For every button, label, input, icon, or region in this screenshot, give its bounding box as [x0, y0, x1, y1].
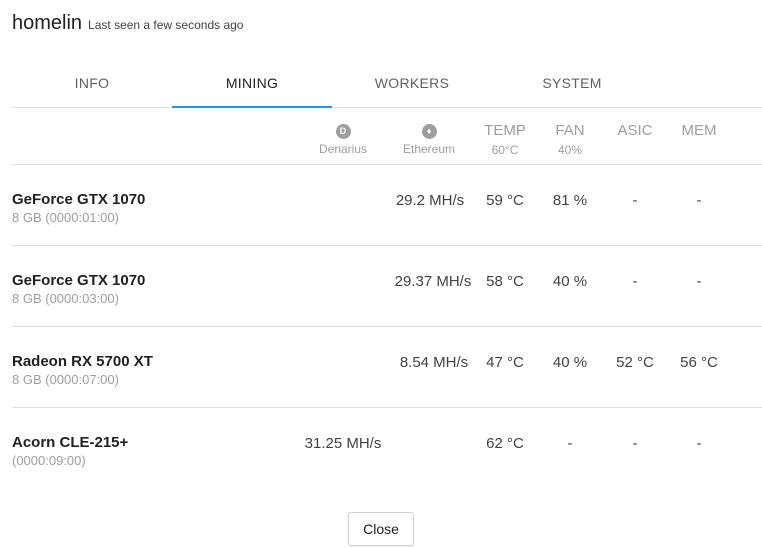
- tab-bar: INFO MINING WORKERS SYSTEM: [12, 60, 762, 108]
- ethereum-column-header: ♦ Ethereum: [396, 123, 462, 156]
- tab-workers[interactable]: WORKERS: [332, 60, 492, 107]
- asic-column-header: ASIC: [610, 122, 660, 139]
- dialog-header: homelin Last seen a few seconds ago: [12, 12, 243, 35]
- ethereum-hashrate: 8.54 MH/s: [399, 354, 469, 371]
- denarius-hashrate: 31.25 MH/s: [304, 435, 382, 452]
- fan-column-label: FAN: [555, 122, 585, 139]
- device-temp: 62 °C: [486, 435, 524, 452]
- device-mem-temp: -: [696, 435, 702, 452]
- device-fan: 81 %: [552, 192, 588, 209]
- mem-column-header: MEM: [674, 122, 724, 139]
- table-row: GeForce GTX 1070 8 GB (0000:03:00) 29.37…: [12, 246, 762, 327]
- table-row: Acorn CLE-215+ (0000:09:00) 31.25 MH/s 6…: [12, 408, 762, 488]
- device-details: 8 GB (0000:03:00): [12, 291, 119, 306]
- device-name: Radeon RX 5700 XT: [12, 353, 153, 370]
- dialog-footer: Close: [0, 512, 762, 546]
- table-row: GeForce GTX 1070 8 GB (0000:01:00) 29.2 …: [12, 165, 762, 246]
- device-mem-temp: -: [696, 192, 702, 209]
- table-header-row: D Denarius ♦ Ethereum TEMP 60°C FAN 40% …: [12, 108, 762, 165]
- device-mem-temp: -: [696, 273, 702, 290]
- asic-column-label: ASIC: [617, 122, 653, 139]
- table-row: Radeon RX 5700 XT 8 GB (0000:07:00) 8.54…: [12, 327, 762, 408]
- device-asic-temp: 52 °C: [616, 354, 654, 371]
- last-seen-status: Last seen a few seconds ago: [88, 18, 244, 32]
- device-asic-temp: -: [632, 435, 638, 452]
- device-details: (0000:09:00): [12, 453, 86, 468]
- close-button[interactable]: Close: [348, 512, 414, 546]
- device-mem-temp: 56 °C: [680, 354, 718, 371]
- denarius-column-header: D Denarius: [312, 123, 374, 156]
- device-details: 8 GB (0000:07:00): [12, 372, 119, 387]
- tab-mining[interactable]: MINING: [172, 60, 332, 108]
- device-fan: 40 %: [552, 354, 588, 371]
- device-name: Acorn CLE-215+: [12, 434, 129, 451]
- device-fan: 40 %: [552, 273, 588, 290]
- device-name: GeForce GTX 1070: [12, 272, 146, 289]
- tab-info[interactable]: INFO: [12, 60, 172, 107]
- tab-system[interactable]: SYSTEM: [492, 60, 652, 107]
- temp-column-header: TEMP 60°C: [478, 122, 532, 157]
- rig-name: homelin: [12, 12, 83, 34]
- temp-threshold: 60°C: [491, 143, 519, 157]
- ethereum-hashrate: 29.2 MH/s: [395, 192, 465, 209]
- fan-threshold: 40%: [557, 143, 583, 157]
- device-asic-temp: -: [632, 273, 638, 290]
- ethereum-hashrate: 29.37 MH/s: [394, 273, 472, 290]
- ethereum-column-label: Ethereum: [402, 142, 456, 156]
- device-temp: 47 °C: [486, 354, 524, 371]
- rig-details-dialog: homelin Last seen a few seconds ago INFO…: [0, 0, 762, 548]
- mining-devices-table: D Denarius ♦ Ethereum TEMP 60°C FAN 40% …: [12, 108, 762, 488]
- device-details: 8 GB (0000:01:00): [12, 210, 119, 225]
- device-temp: 58 °C: [486, 273, 524, 290]
- device-temp: 59 °C: [486, 192, 524, 209]
- denarius-coin-icon: D: [335, 124, 351, 139]
- mem-column-label: MEM: [681, 122, 717, 139]
- denarius-column-label: Denarius: [318, 142, 368, 156]
- device-asic-temp: -: [632, 192, 638, 209]
- device-fan: -: [567, 435, 573, 452]
- device-name: GeForce GTX 1070: [12, 191, 146, 208]
- ethereum-coin-icon: ♦: [421, 124, 437, 139]
- fan-column-header: FAN 40%: [546, 122, 594, 157]
- temp-column-label: TEMP: [484, 122, 526, 139]
